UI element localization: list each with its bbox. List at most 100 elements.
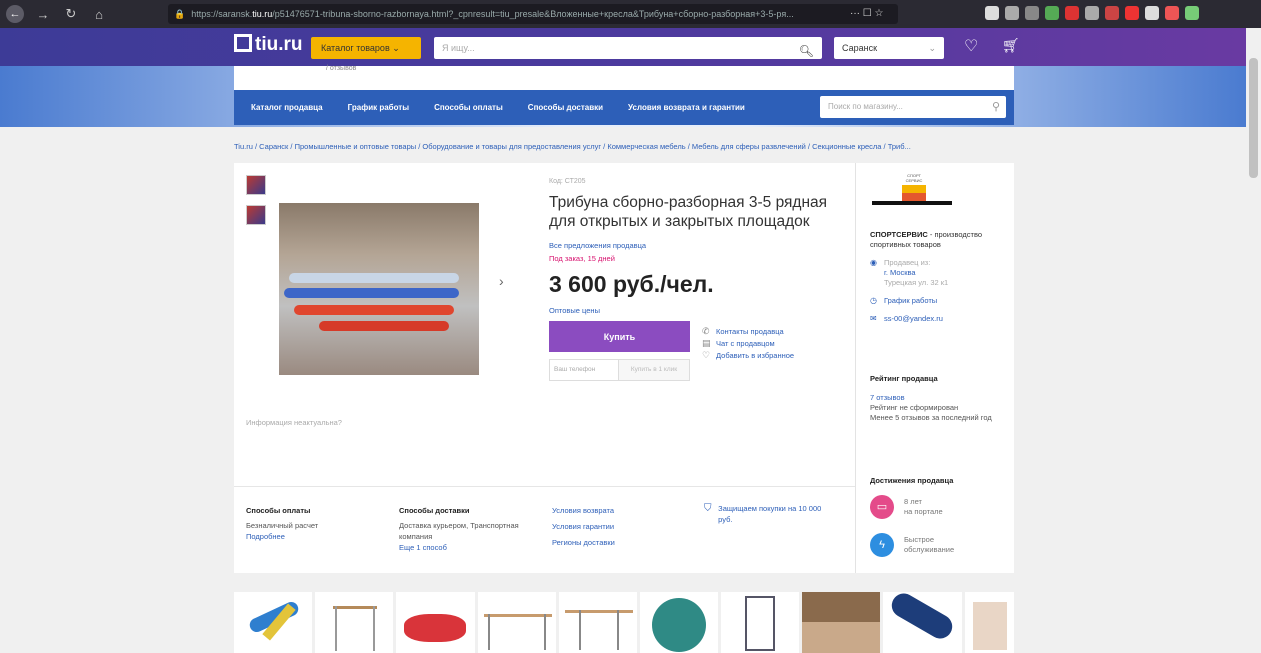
search-icon[interactable]: ⚲ bbox=[992, 96, 1000, 118]
chevron-down-icon: ⌄ bbox=[392, 42, 400, 53]
location-pin-icon: ◉ bbox=[870, 258, 877, 267]
city-select[interactable]: Саранск ⌄ bbox=[834, 37, 944, 59]
email-icon: ✉ bbox=[870, 314, 877, 323]
heart-icon: ♡ bbox=[702, 349, 711, 360]
scrollbar-thumb[interactable] bbox=[1249, 58, 1258, 178]
page-actions-icon[interactable]: ··· ☐ ☆ bbox=[850, 8, 883, 19]
rating-info: 7 отзывов Рейтинг не сформирован Менее 5… bbox=[870, 393, 1010, 423]
store-nav-catalog[interactable]: Каталог продавца bbox=[251, 103, 323, 112]
product-code: Код: СТ205 bbox=[549, 178, 586, 185]
store-nav-schedule[interactable]: График работы bbox=[348, 103, 409, 112]
extension-icon[interactable] bbox=[1065, 6, 1079, 20]
browser-toolbar: ← → ↻ ⌂ 🔒 https://saransk. tiu.ru/p514765… bbox=[0, 0, 1261, 28]
site-logo[interactable]: tiu.ru bbox=[234, 34, 303, 56]
recommended-product[interactable] bbox=[396, 592, 475, 653]
rating-title: Рейтинг продавца bbox=[870, 374, 938, 383]
buyer-protection[interactable]: ⛉ Защищаем покупки на 10 000 руб. bbox=[704, 503, 824, 525]
achievement-years: ▭ 8 лет на портале bbox=[870, 495, 943, 519]
extensions-bar bbox=[985, 6, 1199, 20]
recommended-product[interactable] bbox=[964, 592, 1015, 653]
extension-icon[interactable] bbox=[1085, 6, 1099, 20]
store-nav-payment[interactable]: Способы оплаты bbox=[434, 103, 503, 112]
recommended-product[interactable] bbox=[639, 592, 719, 653]
seller-city-link[interactable]: г. Москва bbox=[884, 268, 948, 278]
achievements-title: Достижения продавца bbox=[870, 476, 954, 485]
recommended-product[interactable] bbox=[477, 592, 556, 653]
cart-icon[interactable]: 🛒︎ bbox=[1002, 37, 1020, 54]
returns-link[interactable]: Условия возврата bbox=[552, 505, 662, 516]
favorite-link[interactable]: ♡ Добавить в избранное bbox=[702, 349, 794, 361]
buy-button[interactable]: Купить bbox=[549, 321, 690, 352]
library-icon[interactable] bbox=[1005, 6, 1019, 20]
store-nav-delivery[interactable]: Способы доставки bbox=[528, 103, 603, 112]
back-icon[interactable]: ← bbox=[6, 5, 24, 23]
scrollbar[interactable] bbox=[1246, 28, 1261, 653]
address-bar[interactable]: 🔒 https://saransk. tiu.ru/p51476571-tribu… bbox=[168, 4, 898, 24]
seller-email[interactable]: ✉ ss-00@yandex.ru bbox=[870, 314, 1010, 324]
extension-icon[interactable] bbox=[1145, 6, 1159, 20]
seller-actions: ✆ Контакты продавца ▤ Чат с продавцом ♡ Доб… bbox=[702, 325, 794, 361]
chevron-right-icon[interactable]: › bbox=[499, 273, 504, 289]
forward-icon[interactable]: → bbox=[34, 5, 52, 23]
reload-icon[interactable]: ↻ bbox=[62, 5, 80, 23]
all-offers-link[interactable]: Все предложения продавца bbox=[549, 241, 646, 250]
recommended-product[interactable] bbox=[234, 592, 313, 653]
order-status: Под заказ, 15 дней bbox=[549, 254, 615, 263]
extension-icon[interactable] bbox=[1105, 6, 1119, 20]
shield-icon: ⛉ bbox=[704, 503, 712, 514]
wholesale-prices-link[interactable]: Оптовые цены bbox=[549, 306, 600, 315]
url-prefix: https://saransk. bbox=[191, 9, 253, 19]
store-search-input[interactable]: Поиск по магазину... ⚲ bbox=[820, 96, 1006, 118]
info-incorrect-link[interactable]: Информация неактуальна? bbox=[246, 418, 342, 427]
product-title: Трибуна сборно-разборная 3-5 рядная для … bbox=[549, 194, 828, 230]
home-icon[interactable]: ⌂ bbox=[90, 5, 108, 23]
seller-panel: СПОРТ СЕРВИС СПОРТСЕРВИС - производство … bbox=[870, 173, 1010, 324]
store-nav: Каталог продавца График работы Способы о… bbox=[234, 90, 1014, 125]
contacts-link[interactable]: ✆ Контакты продавца bbox=[702, 325, 794, 337]
product-thumbnail[interactable] bbox=[246, 205, 266, 225]
extension-icon[interactable] bbox=[1045, 6, 1059, 20]
catalog-button[interactable]: Каталог товаров ⌄ bbox=[311, 37, 421, 59]
schedule-link[interactable]: ◷ График работы bbox=[870, 296, 1010, 306]
reviews-link[interactable]: 7 отзывов bbox=[870, 393, 1010, 403]
site-header: tiu.ru Каталог товаров ⌄ Я ищу... 🔍︎ Сара… bbox=[0, 28, 1261, 66]
lightning-icon: ϟ bbox=[870, 533, 894, 557]
search-input[interactable]: Я ищу... 🔍︎ bbox=[434, 37, 822, 59]
product-price: 3 600 руб./чел. bbox=[549, 271, 714, 297]
search-icon[interactable]: 🔍︎ bbox=[799, 40, 814, 62]
seller-name[interactable]: СПОРТСЕРВИС - производство спортивных то… bbox=[870, 230, 1010, 250]
store-nav-returns[interactable]: Условия возврата и гарантии bbox=[628, 103, 745, 112]
delivery-more-link[interactable]: Еще 1 способ bbox=[399, 542, 549, 553]
sidebar-icon[interactable] bbox=[1025, 6, 1039, 20]
recommended-product[interactable] bbox=[315, 592, 394, 653]
product-image[interactable] bbox=[279, 203, 479, 375]
breadcrumb[interactable]: Tiu.ru / Саранск / Промышленные и оптовы… bbox=[234, 142, 1014, 151]
reviews-link[interactable]: / отзывов bbox=[326, 65, 356, 72]
gift-icon: ▭ bbox=[870, 495, 894, 519]
payment-more-link[interactable]: Подробнее bbox=[246, 531, 376, 542]
recommended-product[interactable] bbox=[802, 592, 881, 653]
recommended-product[interactable] bbox=[883, 592, 962, 653]
one-click-buy-button[interactable]: Купить в 1 клик bbox=[619, 359, 690, 381]
url-rest: /p51476571-tribuna-sborno-razbornaya.htm… bbox=[272, 9, 794, 19]
chat-link[interactable]: ▤ Чат с продавцом bbox=[702, 337, 794, 349]
phone-icon: ✆ bbox=[702, 325, 710, 336]
clock-icon: ◷ bbox=[870, 296, 877, 305]
recommended-product[interactable] bbox=[558, 592, 637, 653]
recommended-product[interactable] bbox=[721, 592, 800, 653]
store-header-strip: / отзывов bbox=[234, 65, 1014, 90]
regions-link[interactable]: Регионы доставки bbox=[552, 537, 662, 548]
phone-input[interactable]: Ваш телефон bbox=[549, 359, 619, 381]
extension-icon[interactable] bbox=[1165, 6, 1179, 20]
extension-icon[interactable] bbox=[1125, 6, 1139, 20]
divider bbox=[855, 163, 856, 573]
warranty-link[interactable]: Условия гарантии bbox=[552, 521, 662, 532]
download-icon[interactable] bbox=[985, 6, 999, 20]
lock-icon: 🔒 bbox=[174, 8, 186, 19]
product-thumbnail[interactable] bbox=[246, 175, 266, 195]
extension-icon[interactable] bbox=[1185, 6, 1199, 20]
seller-logo[interactable]: СПОРТ СЕРВИС bbox=[872, 173, 952, 218]
divider bbox=[234, 486, 855, 487]
heart-icon[interactable]: ♡ bbox=[964, 36, 978, 56]
chevron-down-icon: ⌄ bbox=[928, 43, 936, 53]
